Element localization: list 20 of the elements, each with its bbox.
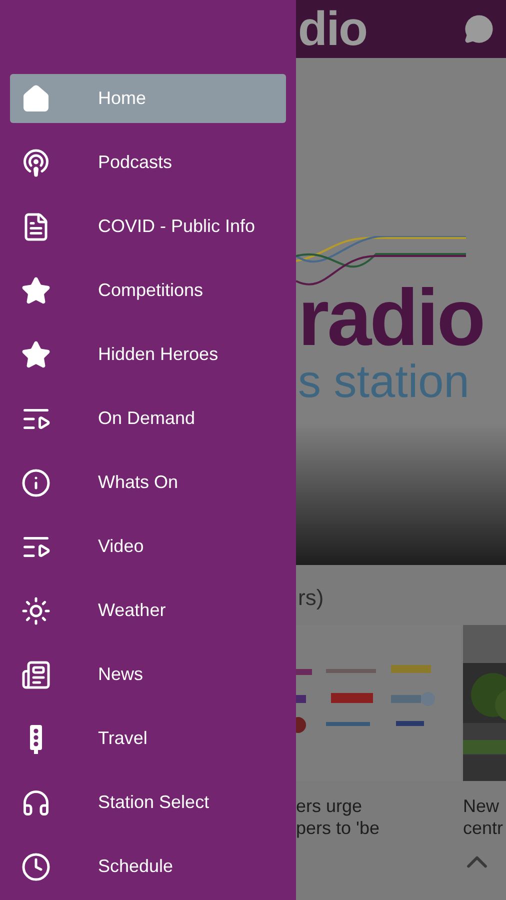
section-title: rs) xyxy=(298,585,325,611)
header-logo: dio xyxy=(298,2,367,56)
menu-item[interactable]: Whats On xyxy=(10,458,286,507)
menu-item[interactable]: News xyxy=(10,650,286,699)
menu-item[interactable]: Station Select xyxy=(10,778,286,827)
menu-item[interactable]: Podcasts xyxy=(10,138,286,187)
menu-item[interactable]: COVID - Public Info xyxy=(10,202,286,251)
news-title[interactable]: New centr xyxy=(463,795,506,839)
hero-logo: radio xyxy=(298,278,485,358)
menu-item[interactable]: Hidden Heroes xyxy=(10,330,286,379)
menu-item[interactable]: Weather xyxy=(10,586,286,635)
menu-item[interactable]: On Demand xyxy=(10,394,286,443)
menu-item[interactable]: Competitions xyxy=(10,266,286,315)
newspaper-icon xyxy=(19,660,53,690)
news-title[interactable]: ers urge pers to 'be xyxy=(296,795,441,839)
menu-item[interactable]: Travel xyxy=(10,714,286,763)
hero-tagline: s station xyxy=(298,358,470,404)
chat-icon[interactable] xyxy=(464,14,494,44)
menu-item[interactable]: Schedule xyxy=(10,842,286,891)
menu-item[interactable]: Video xyxy=(10,522,286,571)
